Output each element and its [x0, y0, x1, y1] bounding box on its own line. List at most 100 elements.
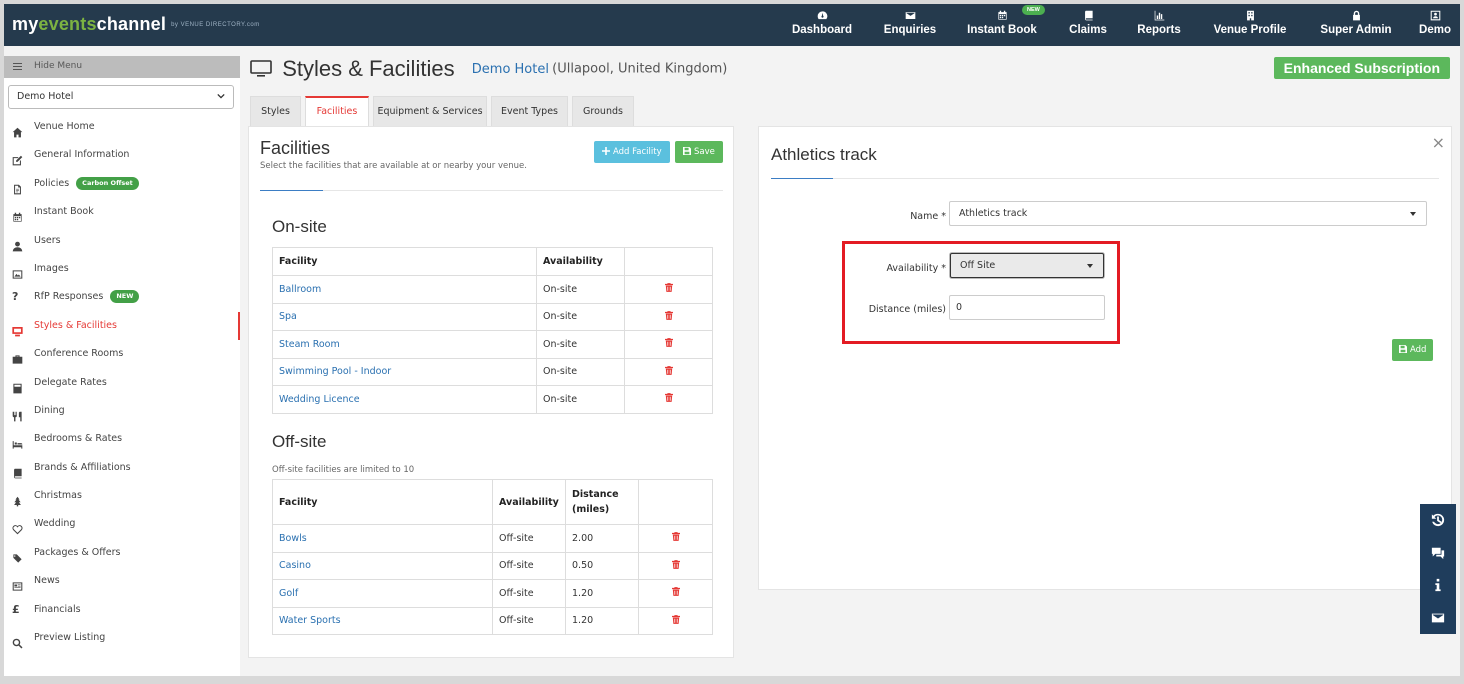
tab-facilities[interactable]: Facilities [305, 96, 369, 128]
sidebar-item-label: Instant Book [34, 206, 94, 218]
nav-demo-user-label: Demo [1419, 24, 1451, 36]
table-row: Wedding Licence On-site [272, 385, 713, 414]
tab-event-types[interactable]: Event Types [491, 96, 568, 127]
nav-claims[interactable]: Claims [1068, 4, 1108, 46]
delete-button[interactable] [638, 606, 713, 635]
hide-menu-toggle[interactable]: Hide Menu [4, 56, 240, 78]
close-icon[interactable]: × [1432, 133, 1445, 152]
lock-icon [1318, 4, 1394, 24]
monitor-icon [250, 60, 272, 77]
onsite-header-row: Facility Availability [272, 247, 713, 276]
delete-button[interactable] [624, 275, 713, 304]
sidebar-item-images[interactable]: Images [4, 255, 240, 283]
sidebar-item-general-information[interactable]: General Information [4, 141, 240, 169]
chat-button[interactable] [1420, 537, 1456, 570]
delete-button[interactable] [624, 357, 713, 386]
availability-cell: On-site [536, 275, 625, 304]
trash-icon [664, 310, 673, 320]
delete-button[interactable] [638, 579, 713, 608]
envelope-icon [1431, 613, 1445, 622]
trash-icon [671, 587, 680, 597]
tab-equipment-services[interactable]: Equipment & Services [373, 96, 487, 127]
tags-icon [12, 548, 23, 563]
search-icon [12, 633, 23, 649]
nav-reports[interactable]: Reports [1134, 4, 1184, 46]
app-logo[interactable]: myeventschannel by VENUE DIRECTORY.com [12, 14, 260, 35]
nav-dashboard[interactable]: Dashboard [790, 4, 854, 46]
facility-link[interactable]: Casino [279, 560, 311, 571]
delete-button[interactable] [638, 551, 713, 580]
nav-enquiries[interactable]: Enquiries [880, 4, 940, 46]
delete-button[interactable] [624, 302, 713, 331]
sidebar-item-financials[interactable]: £ Financials [4, 596, 240, 624]
nav-demo-user[interactable]: Demo [1416, 4, 1454, 46]
offsite-table: Facility Availability Distance (miles) Bo… [272, 479, 713, 635]
sidebar-item-venue-home[interactable]: Venue Home [4, 113, 240, 141]
subscription-badge[interactable]: Enhanced Subscription [1273, 57, 1450, 79]
save-button[interactable]: Save [675, 141, 723, 163]
col-availability: Availability [492, 479, 566, 525]
add-facility-button[interactable]: Add Facility [594, 141, 670, 163]
offsite-heading: Off-site [272, 432, 327, 451]
sidebar-item-brands-affiliations[interactable]: Brands & Affiliations [4, 454, 240, 482]
nav-venue-profile[interactable]: Venue Profile [1210, 4, 1290, 46]
venue-select-value: Demo Hotel [17, 91, 74, 102]
venue-select[interactable]: Demo Hotel [8, 85, 234, 109]
sidebar-item-news[interactable]: News [4, 567, 240, 595]
nav-instant-book[interactable]: Instant Book NEW [964, 4, 1045, 46]
sidebar-item-policies[interactable]: Policies Carbon Offset [4, 170, 240, 198]
sidebar-item-instant-book[interactable]: Instant Book [4, 198, 240, 226]
editor-title: Athletics track [771, 145, 877, 164]
newspaper-icon [12, 576, 23, 591]
availability-cell: On-site [536, 385, 625, 414]
history-button[interactable] [1420, 504, 1456, 537]
mail-button[interactable] [1420, 602, 1456, 635]
app-frame: myeventschannel by VENUE DIRECTORY.com Da… [4, 4, 1460, 676]
tab-styles[interactable]: Styles [250, 96, 301, 127]
title-rule [323, 190, 723, 191]
logo-by: by VENUE DIRECTORY.com [171, 22, 260, 29]
name-select[interactable]: Athletics track [949, 201, 1427, 226]
sidebar-item-wedding[interactable]: Wedding [4, 510, 240, 538]
venue-link[interactable]: Demo Hotel [472, 62, 549, 77]
facility-link[interactable]: Steam Room [279, 339, 340, 350]
calendar-icon [12, 207, 23, 222]
delete-button[interactable] [624, 385, 713, 414]
delete-button[interactable] [624, 330, 713, 359]
sidebar-item-rfp-responses[interactable]: ? RfP Responses NEW [4, 283, 240, 311]
info-button[interactable] [1420, 569, 1456, 602]
sidebar-item-conference-rooms[interactable]: Conference Rooms [4, 340, 240, 368]
sidebar-item-users[interactable]: Users [4, 227, 240, 255]
sidebar-item-delegate-rates[interactable]: Delegate Rates [4, 369, 240, 397]
facility-link[interactable]: Spa [279, 311, 297, 322]
add-button[interactable]: Add [1392, 339, 1434, 361]
nav-super-admin[interactable]: Super Admin [1318, 4, 1394, 46]
col-actions [624, 247, 713, 276]
add-facility-label: Add Facility [613, 147, 662, 157]
distance-cell: 0.50 [565, 551, 639, 580]
facility-link[interactable]: Water Sports [279, 615, 341, 626]
sidebar-item-christmas[interactable]: Christmas [4, 482, 240, 510]
sidebar-item-bedrooms-rates[interactable]: Bedrooms & Rates [4, 425, 240, 453]
logo-highlight: events [38, 14, 97, 34]
facility-link[interactable]: Bowls [279, 533, 307, 544]
trash-icon [671, 559, 680, 569]
availability-cell: Off-site [492, 524, 566, 553]
sidebar-item-preview-listing[interactable]: Preview Listing [4, 624, 240, 652]
sidebar-item-dining[interactable]: Dining [4, 397, 240, 425]
sidebar-item-styles-facilities[interactable]: Styles & Facilities [4, 311, 240, 341]
info-icon [1435, 578, 1441, 592]
facility-link[interactable]: Ballroom [279, 284, 321, 295]
caret-down-icon [1410, 212, 1416, 216]
table-row: Steam Room On-site [272, 330, 713, 359]
sidebar-item-label: Wedding [34, 518, 76, 530]
availability-cell: Off-site [492, 551, 566, 580]
sidebar-item-packages-offers[interactable]: Packages & Offers [4, 539, 240, 567]
facility-link[interactable]: Golf [279, 588, 298, 599]
facility-link[interactable]: Wedding Licence [279, 394, 360, 405]
facility-link[interactable]: Swimming Pool - Indoor [279, 366, 391, 377]
table-row: Golf Off-site 1.20 [272, 579, 713, 608]
monitor-icon [12, 321, 23, 337]
delete-button[interactable] [638, 524, 713, 553]
tab-grounds[interactable]: Grounds [572, 96, 634, 127]
